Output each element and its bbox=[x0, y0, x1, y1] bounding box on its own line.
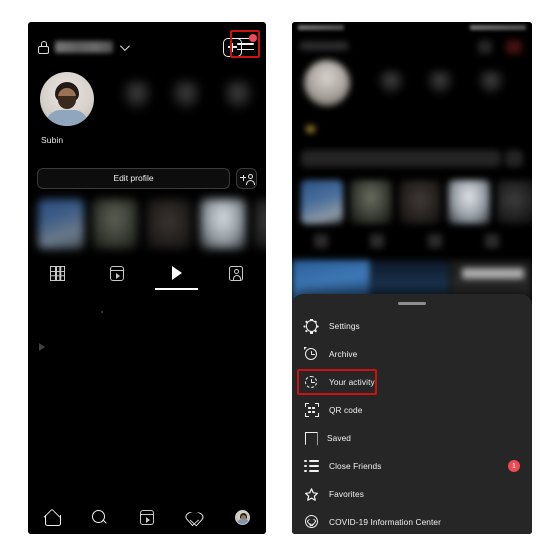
bottom-navigation-bar bbox=[28, 500, 266, 534]
tab-grid[interactable] bbox=[28, 256, 88, 290]
menu-item-your-activity[interactable]: Your activity bbox=[292, 368, 532, 396]
nav-activity[interactable] bbox=[171, 510, 219, 525]
menu-list: Settings Archive Your activity QR code S… bbox=[292, 312, 532, 534]
search-icon bbox=[92, 510, 107, 525]
highlight-item[interactable] bbox=[254, 199, 266, 249]
highlight-item[interactable] bbox=[92, 199, 138, 249]
close-friends-badge: 1 bbox=[508, 460, 520, 472]
nav-profile[interactable] bbox=[218, 509, 266, 525]
home-icon bbox=[44, 510, 61, 526]
nav-home[interactable] bbox=[28, 510, 76, 526]
username-redacted[interactable] bbox=[55, 41, 113, 53]
play-icon bbox=[171, 266, 182, 280]
chevron-down-icon[interactable] bbox=[119, 40, 130, 51]
left-phone-panel: Subin Edit profile bbox=[28, 22, 266, 534]
menu-item-label: Saved bbox=[327, 433, 352, 443]
profile-display-name: Subin bbox=[41, 135, 64, 145]
heart-icon bbox=[187, 510, 203, 525]
profile-content-area bbox=[28, 290, 266, 500]
edit-profile-button[interactable]: Edit profile bbox=[37, 167, 230, 189]
menu-item-favorites[interactable]: Favorites bbox=[292, 480, 532, 508]
menu-item-label: COVID-19 Information Center bbox=[329, 517, 441, 527]
activity-clock-icon bbox=[304, 375, 319, 390]
nav-search[interactable] bbox=[76, 510, 124, 525]
side-menu-sheet: Settings Archive Your activity QR code S… bbox=[292, 294, 532, 534]
status-bar-left bbox=[298, 24, 344, 30]
tagged-person-icon bbox=[229, 265, 244, 281]
menu-item-label: Close Friends bbox=[329, 461, 382, 471]
menu-item-archive[interactable]: Archive bbox=[292, 340, 532, 368]
tab-tagged[interactable] bbox=[207, 256, 267, 290]
menu-item-label: Your activity bbox=[329, 377, 375, 387]
hamburger-menu-highlight[interactable] bbox=[230, 30, 260, 58]
tab-videos[interactable] bbox=[147, 256, 207, 290]
menu-item-saved[interactable]: Saved bbox=[292, 424, 532, 452]
profile-avatar-icon bbox=[234, 509, 250, 525]
menu-item-label: QR code bbox=[329, 405, 363, 415]
story-highlights-row bbox=[28, 194, 266, 254]
play-icon bbox=[39, 343, 45, 351]
profile-tab-bar bbox=[28, 256, 266, 290]
highlight-item[interactable] bbox=[200, 199, 246, 249]
status-bar-right bbox=[470, 24, 526, 30]
highlight-item[interactable] bbox=[146, 199, 192, 249]
bookmark-icon bbox=[304, 431, 317, 446]
menu-item-qr-code[interactable]: QR code bbox=[292, 396, 532, 424]
tab-reels[interactable] bbox=[88, 256, 148, 290]
stat-following[interactable] bbox=[221, 80, 255, 112]
add-person-button[interactable] bbox=[236, 167, 257, 189]
stat-posts[interactable] bbox=[120, 80, 154, 112]
reels-icon bbox=[110, 265, 125, 281]
profile-summary bbox=[28, 68, 266, 132]
menu-item-label: Favorites bbox=[329, 489, 365, 499]
screenshot-root: Subin Edit profile Settings Archive Your… bbox=[0, 0, 560, 560]
menu-item-covid-info[interactable]: COVID-19 Information Center bbox=[292, 508, 532, 534]
profile-avatar[interactable] bbox=[40, 72, 94, 126]
lock-icon bbox=[38, 40, 49, 54]
list-icon bbox=[304, 459, 319, 473]
highlight-item[interactable] bbox=[38, 199, 84, 249]
covid-shield-icon bbox=[304, 515, 319, 530]
stat-followers[interactable] bbox=[169, 80, 203, 112]
profile-actions-row: Edit profile bbox=[28, 167, 266, 189]
grid-icon bbox=[50, 265, 66, 281]
qr-code-icon bbox=[304, 403, 319, 418]
right-phone-panel: Settings Archive Your activity QR code S… bbox=[292, 22, 532, 534]
star-icon bbox=[304, 487, 319, 502]
menu-notification-dot bbox=[248, 33, 257, 42]
archive-clock-icon bbox=[304, 346, 319, 362]
status-bar bbox=[292, 22, 532, 32]
menu-item-label: Settings bbox=[329, 321, 360, 331]
menu-item-settings[interactable]: Settings bbox=[292, 312, 532, 340]
gear-icon bbox=[304, 318, 319, 334]
nav-reels[interactable] bbox=[123, 509, 171, 525]
menu-item-label: Archive bbox=[329, 349, 358, 359]
menu-item-close-friends[interactable]: Close Friends 1 bbox=[292, 452, 532, 480]
content-artifact bbox=[101, 311, 103, 313]
drag-handle[interactable] bbox=[398, 302, 426, 306]
hamburger-menu-icon[interactable] bbox=[236, 33, 257, 51]
reels-icon bbox=[139, 509, 154, 525]
